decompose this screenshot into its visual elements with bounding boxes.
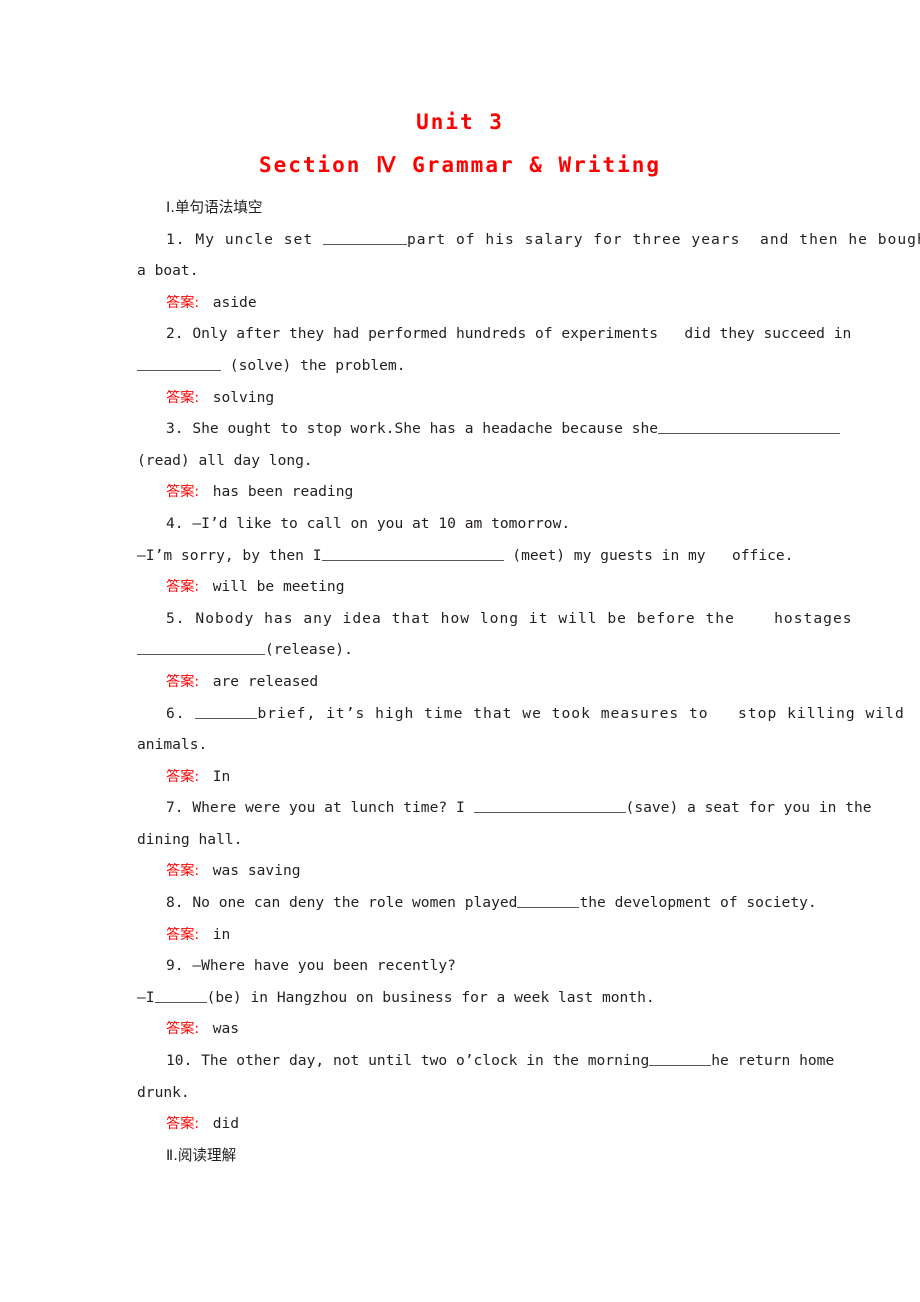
question-4-text-a: —I’m sorry, by then I — [137, 546, 322, 564]
question-4-text: —I’d like to call on you at 10 am tomorr… — [183, 514, 571, 532]
question-8-answer-text: in — [212, 925, 231, 943]
question-3-number: 3. — [166, 420, 184, 438]
answer-label: 答案: — [166, 389, 213, 406]
question-10-text-b: he return home — [711, 1052, 835, 1070]
question-5-text: Nobody has any idea that how long it wil… — [185, 609, 853, 627]
question-7-blank — [473, 798, 626, 814]
question-1-text-b: part of his salary for three years and t… — [406, 230, 920, 248]
question-4-line-2: —I’m sorry, by then I (meet) my guests i… — [137, 540, 809, 572]
question-7-answer-text: was saving — [212, 862, 301, 880]
question-7-text-a: Where were you at lunch time? I — [183, 799, 474, 817]
question-9-answer: 答案: was — [137, 1013, 809, 1045]
answer-label: 答案: — [166, 673, 213, 690]
question-4-answer: 答案: will be meeting — [137, 571, 809, 603]
question-4-number: 4. — [166, 514, 184, 532]
question-6-text-b: brief, it’s high time that we took measu… — [257, 704, 905, 722]
question-4-text-b: (meet) my guests in my office. — [503, 546, 794, 564]
question-9-text: —Where have you been recently? — [183, 957, 456, 975]
question-3-blank — [658, 419, 841, 435]
question-2-line-2: (solve) the problem. — [137, 350, 809, 382]
question-2-number: 2. — [166, 325, 184, 343]
question-6-text-a — [186, 705, 196, 722]
question-1-line-2: a boat. — [137, 262, 199, 280]
question-9-answer-text: was — [212, 1020, 240, 1038]
question-9-line-2: —I (be) in Hangzhou on business for a wee… — [137, 982, 809, 1014]
section-heading-text-1: .单句语法填空 — [170, 199, 263, 216]
question-1-text-a: My uncle set — [185, 230, 323, 248]
exercise-body: Ⅰ.单句语法填空 1. My uncle set part of his sal… — [137, 192, 920, 1172]
question-7-answer: 答案: was saving — [137, 855, 809, 887]
answer-label: 答案: — [166, 926, 213, 943]
question-3-line-1: 3. She ought to stop work.She has a head… — [137, 413, 841, 445]
section-title: Section Ⅳ Grammar & Writing — [258, 153, 662, 177]
section-heading-2: Ⅱ.阅读理解 — [137, 1140, 809, 1172]
question-6-line-1: 6. brief, it’s high time that we took me… — [137, 698, 904, 730]
question-10-line-2: drunk. — [137, 1083, 190, 1101]
question-2-text: Only after they had performed hundreds o… — [183, 325, 852, 343]
answer-label: 答案: — [166, 863, 213, 880]
question-1-line-1: 1. My uncle set part of his salary for t… — [137, 224, 920, 256]
answer-label: 答案: — [166, 768, 213, 785]
question-4-blank — [321, 546, 504, 561]
question-5-text-b: (release). — [265, 641, 353, 659]
section-heading-1: Ⅰ.单句语法填空 — [137, 192, 809, 224]
question-5-line-2: (release). — [137, 634, 809, 666]
question-5-blank — [137, 640, 265, 656]
question-3-answer-text: has been reading — [212, 483, 354, 501]
question-6-number: 6. — [166, 704, 186, 722]
answer-label: 答案: — [166, 484, 213, 501]
question-8-line-1: 8. No one can deny the role women played… — [137, 887, 817, 919]
question-5-line-1: 5. Nobody has any idea that how long it … — [137, 603, 852, 635]
question-10-text-a: The other day, not until two o’clock in … — [192, 1052, 650, 1070]
question-10-answer: 答案: did — [137, 1108, 809, 1140]
question-8-number: 8. — [166, 894, 184, 912]
question-8-blank — [517, 893, 580, 909]
question-6-answer: 答案: In — [137, 761, 809, 793]
question-2-answer-text: solving — [212, 388, 275, 406]
question-9-text-b: (be) in Hangzhou on business for a week … — [206, 988, 655, 1006]
question-5-number: 5. — [166, 609, 186, 627]
question-3-text: She ought to stop work.She has a headach… — [183, 420, 659, 438]
question-9-number: 9. — [166, 957, 184, 975]
question-7-text-b: (save) a seat for you in the — [625, 799, 872, 817]
document-page: Unit 3 Section Ⅳ Grammar & Writing Ⅰ.单句语… — [0, 0, 920, 1302]
answer-label: 答案: — [166, 1116, 213, 1133]
question-6-blank — [195, 704, 258, 719]
question-10-answer-text: did — [212, 1115, 240, 1133]
question-1-number: 1. — [166, 230, 186, 248]
question-4-line-1: 4. —I’d like to call on you at 10 am tom… — [137, 508, 809, 540]
question-1-answer: 答案: aside — [137, 287, 809, 319]
question-2-blank — [137, 356, 221, 371]
question-3-answer: 答案: has been reading — [137, 476, 809, 508]
section-heading-text-2: .阅读理解 — [173, 1146, 237, 1164]
question-5-answer-text: are released — [212, 672, 319, 690]
question-8-text-a: No one can deny the role women played — [183, 894, 518, 912]
question-4-answer-text: will be meeting — [212, 578, 345, 596]
question-6-answer-text: In — [212, 767, 231, 785]
question-9-line-1: 9. —Where have you been recently? — [137, 950, 809, 982]
question-8-text-b: the development of society. — [579, 894, 817, 912]
question-3-line-2: (read) all day long. — [137, 451, 313, 469]
question-10-blank — [649, 1051, 712, 1067]
answer-label: 答案: — [166, 294, 213, 311]
answer-label: 答案: — [166, 1021, 213, 1038]
question-1-answer-text: aside — [212, 293, 257, 311]
question-8-answer: 答案: in — [137, 919, 809, 951]
question-5-answer: 答案: are released — [137, 666, 809, 698]
question-9-text-a: —I — [137, 988, 155, 1006]
question-9-blank — [154, 988, 207, 1003]
question-7-number: 7. — [166, 799, 184, 817]
question-1-blank — [322, 230, 407, 245]
question-10-line-1: 10. The other day, not until two o’clock… — [137, 1045, 834, 1077]
question-7-line-1: 7. Where were you at lunch time? I (save… — [137, 792, 872, 824]
question-7-line-2: dining hall. — [137, 830, 243, 848]
question-2-answer: 答案: solving — [137, 382, 809, 414]
answer-label: 答案: — [166, 579, 213, 596]
question-2-text-b: (solve) the problem. — [221, 356, 406, 374]
question-6-line-2: animals. — [137, 736, 208, 754]
question-10-number: 10. — [166, 1052, 193, 1070]
unit-title: Unit 3 — [416, 110, 504, 134]
question-2-line-1: 2. Only after they had performed hundred… — [137, 318, 851, 350]
